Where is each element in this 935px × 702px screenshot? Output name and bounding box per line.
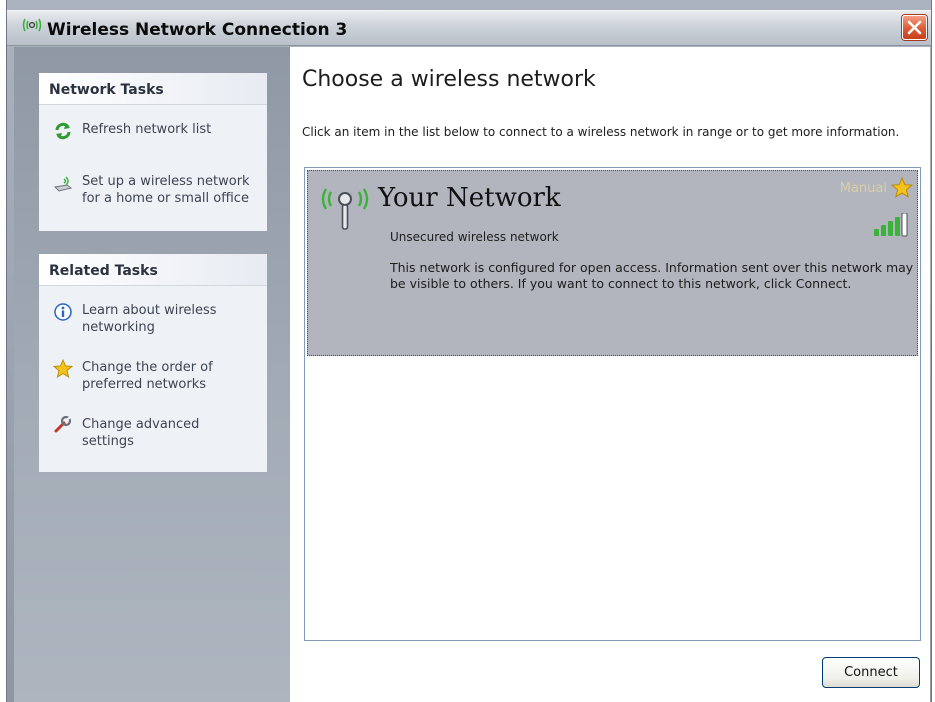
network-list[interactable]: Your Network Manual Unsecured wireless n… — [304, 167, 921, 641]
related-tasks-header: Related Tasks — [39, 254, 267, 286]
window: Wireless Network Connection 3 Network Ta… — [6, 0, 932, 702]
change-preferred-order-label: Change the order of preferred networks — [82, 360, 213, 392]
refresh-network-list-link[interactable]: Refresh network list — [53, 121, 261, 141]
info-icon — [54, 303, 72, 321]
network-tasks-header: Network Tasks — [39, 73, 267, 105]
network-name: Your Network — [378, 183, 561, 213]
related-tasks-panel: Related Tasks Learn about wireless netwo… — [39, 254, 267, 472]
preferred-network-star-icon — [891, 177, 913, 198]
settings-icon — [54, 416, 72, 433]
task-pane: Network Tasks Refresh network list Set u… — [14, 47, 290, 702]
close-button[interactable] — [902, 15, 927, 40]
star-icon — [53, 359, 73, 378]
learn-wireless-link[interactable]: Learn about wireless networking — [53, 302, 261, 336]
change-advanced-settings-label: Change advanced settings — [82, 417, 200, 449]
wireless-antenna-icon — [321, 188, 369, 230]
connect-button[interactable]: Connect — [822, 657, 920, 688]
refresh-icon — [55, 122, 71, 140]
learn-wireless-label: Learn about wireless networking — [82, 303, 217, 335]
network-list-item[interactable]: Your Network Manual Unsecured wireless n… — [307, 170, 918, 356]
setup-wireless-network-link[interactable]: Set up a wireless network for a home or … — [53, 173, 261, 207]
wireless-setup-icon — [53, 176, 73, 192]
network-tasks-panel: Network Tasks Refresh network list Set u… — [39, 73, 267, 231]
window-title: Wireless Network Connection 3 — [47, 20, 348, 40]
change-advanced-settings-link[interactable]: Change advanced settings — [53, 416, 261, 450]
change-preferred-order-link[interactable]: Change the order of preferred networks — [53, 359, 261, 393]
signal-strength-icon — [874, 213, 908, 237]
network-description: This network is configured for open acce… — [390, 260, 914, 291]
page-title: Choose a wireless network — [302, 67, 596, 92]
refresh-network-list-label: Refresh network list — [82, 122, 212, 137]
close-icon — [907, 20, 922, 35]
wireless-network-icon — [22, 18, 42, 32]
network-security-status: Unsecured wireless network — [390, 230, 559, 244]
title-bar[interactable]: Wireless Network Connection 3 — [7, 10, 931, 46]
main-panel: Choose a wireless network Click an item … — [290, 47, 930, 702]
setup-wireless-network-label: Set up a wireless network for a home or … — [82, 174, 250, 206]
instructions-text: Click an item in the list below to conne… — [302, 125, 900, 139]
manual-badge: Manual — [839, 181, 887, 196]
